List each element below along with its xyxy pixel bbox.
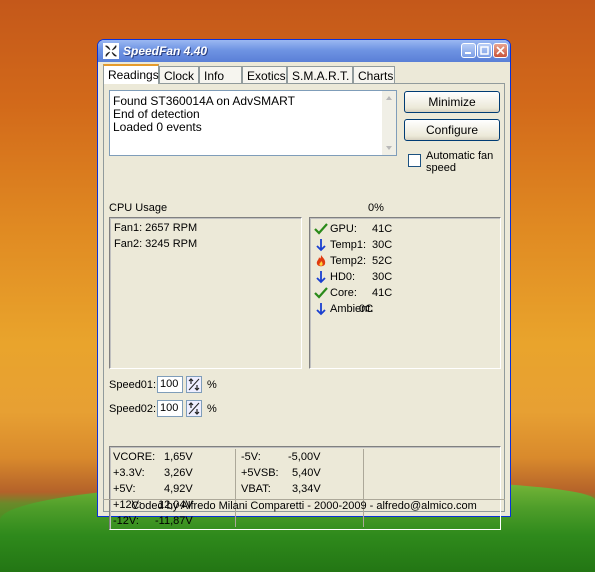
tab-smart[interactable]: S.M.A.R.T. bbox=[287, 66, 353, 83]
temp-value: 30C bbox=[372, 271, 393, 283]
fan-app-icon bbox=[103, 43, 119, 59]
voltage-value: 3,34V bbox=[292, 483, 321, 495]
minimize-icon bbox=[465, 52, 471, 54]
speed02-unit: % bbox=[207, 403, 217, 415]
speed01-spinner[interactable] bbox=[186, 376, 202, 393]
voltage-divider bbox=[363, 449, 364, 527]
fan-reading: Fan1: 2657 RPM bbox=[114, 222, 198, 234]
voltage-value: -11,87V bbox=[155, 515, 193, 527]
voltage-name: -5V: bbox=[241, 451, 261, 463]
log-line: Found ST360014A on AdvSMART bbox=[113, 94, 295, 108]
automatic-fan-speed-label: Automatic fan speed bbox=[426, 150, 494, 174]
voltage-name: +5VSB: bbox=[241, 467, 279, 479]
arrow-down-icon bbox=[316, 271, 326, 284]
voltage-value: 3,26V bbox=[164, 467, 193, 479]
temp-value: 0C bbox=[359, 303, 374, 315]
voltage-value: 4,92V bbox=[164, 483, 193, 495]
minimize-window-button[interactable] bbox=[461, 43, 476, 58]
close-window-button[interactable] bbox=[493, 43, 508, 58]
speed02-input[interactable]: 100 bbox=[157, 400, 183, 417]
speed02-label: Speed02: bbox=[109, 403, 157, 415]
temp-value: 41C bbox=[372, 223, 393, 235]
check-icon bbox=[314, 287, 328, 299]
temperatures-box: GPU: 41C Temp1: 30C Temp2: 52C HD0: 30C … bbox=[309, 217, 501, 369]
window-title: SpeedFan 4.40 bbox=[123, 44, 208, 58]
tab-info[interactable]: Info bbox=[199, 66, 242, 83]
tab-charts[interactable]: Charts bbox=[353, 66, 395, 83]
arrow-down-icon bbox=[316, 239, 326, 252]
close-icon bbox=[496, 46, 505, 55]
voltage-value: 5,40V bbox=[292, 467, 321, 479]
cpu-usage-value: 0% bbox=[368, 202, 384, 214]
maximize-icon bbox=[480, 46, 489, 55]
maximize-window-button[interactable] bbox=[477, 43, 492, 58]
voltage-divider bbox=[235, 449, 236, 527]
temp-name: Temp1: bbox=[330, 239, 367, 251]
speed01-unit: % bbox=[207, 379, 217, 391]
flame-icon bbox=[316, 255, 326, 267]
voltage-name: VCORE: bbox=[113, 451, 156, 463]
scroll-down-icon[interactable] bbox=[383, 142, 395, 154]
tab-exotics[interactable]: Exotics bbox=[242, 66, 287, 83]
temp-name: Core: bbox=[330, 287, 357, 299]
tab-readings[interactable]: Readings bbox=[103, 64, 159, 84]
fan-reading: Fan2: 3245 RPM bbox=[114, 238, 198, 250]
fans-box: Fan1: 2657 RPM Fan2: 3245 RPM bbox=[109, 217, 302, 369]
log-line: Loaded 0 events bbox=[113, 120, 202, 134]
speed02-spinner[interactable] bbox=[186, 400, 202, 417]
check-icon bbox=[314, 223, 328, 235]
speed01-input[interactable]: 100 bbox=[157, 376, 183, 393]
credits-footer: Coded by Alfredo Milani Comparetti - 200… bbox=[103, 499, 505, 512]
log-line: End of detection bbox=[113, 107, 200, 121]
voltage-name: VBAT: bbox=[241, 483, 271, 495]
spin-arrows-icon bbox=[188, 402, 200, 415]
temp-name: GPU: bbox=[330, 223, 357, 235]
voltage-value: -5,00V bbox=[288, 451, 321, 463]
readings-panel: Found ST360014A on AdvSMART End of detec… bbox=[103, 83, 505, 530]
voltage-name: +5V: bbox=[113, 483, 136, 495]
voltage-name: -12V: bbox=[113, 515, 139, 527]
temp-value: 30C bbox=[372, 239, 393, 251]
temp-value: 52C bbox=[372, 255, 393, 267]
temp-name: Temp2: bbox=[330, 255, 367, 267]
voltages-box: VCORE: 1,65V +3.3V: 3,26V +5V: 4,92V +12… bbox=[109, 446, 501, 530]
speedfan-window: SpeedFan 4.40 Readings Clock Info Exotic… bbox=[97, 39, 511, 530]
title-bar[interactable]: SpeedFan 4.40 bbox=[98, 40, 510, 62]
configure-button[interactable]: Configure bbox=[404, 119, 500, 141]
speed01-label: Speed01: bbox=[109, 379, 157, 391]
cpu-usage-label: CPU Usage bbox=[109, 202, 168, 214]
log-scrollbar[interactable] bbox=[382, 91, 396, 155]
event-log[interactable]: Found ST360014A on AdvSMART End of detec… bbox=[109, 90, 397, 156]
temp-value: 41C bbox=[372, 287, 393, 299]
minimize-button[interactable]: Minimize bbox=[404, 91, 500, 113]
voltage-name: +3.3V: bbox=[113, 467, 145, 479]
scroll-up-icon[interactable] bbox=[383, 92, 395, 104]
spin-arrows-icon bbox=[188, 378, 200, 391]
tab-clock[interactable]: Clock bbox=[159, 66, 199, 83]
temp-name: HD0: bbox=[330, 271, 356, 283]
arrow-down-icon bbox=[316, 303, 326, 316]
voltage-value: 1,65V bbox=[164, 451, 193, 463]
automatic-fan-speed-checkbox[interactable] bbox=[408, 154, 421, 167]
